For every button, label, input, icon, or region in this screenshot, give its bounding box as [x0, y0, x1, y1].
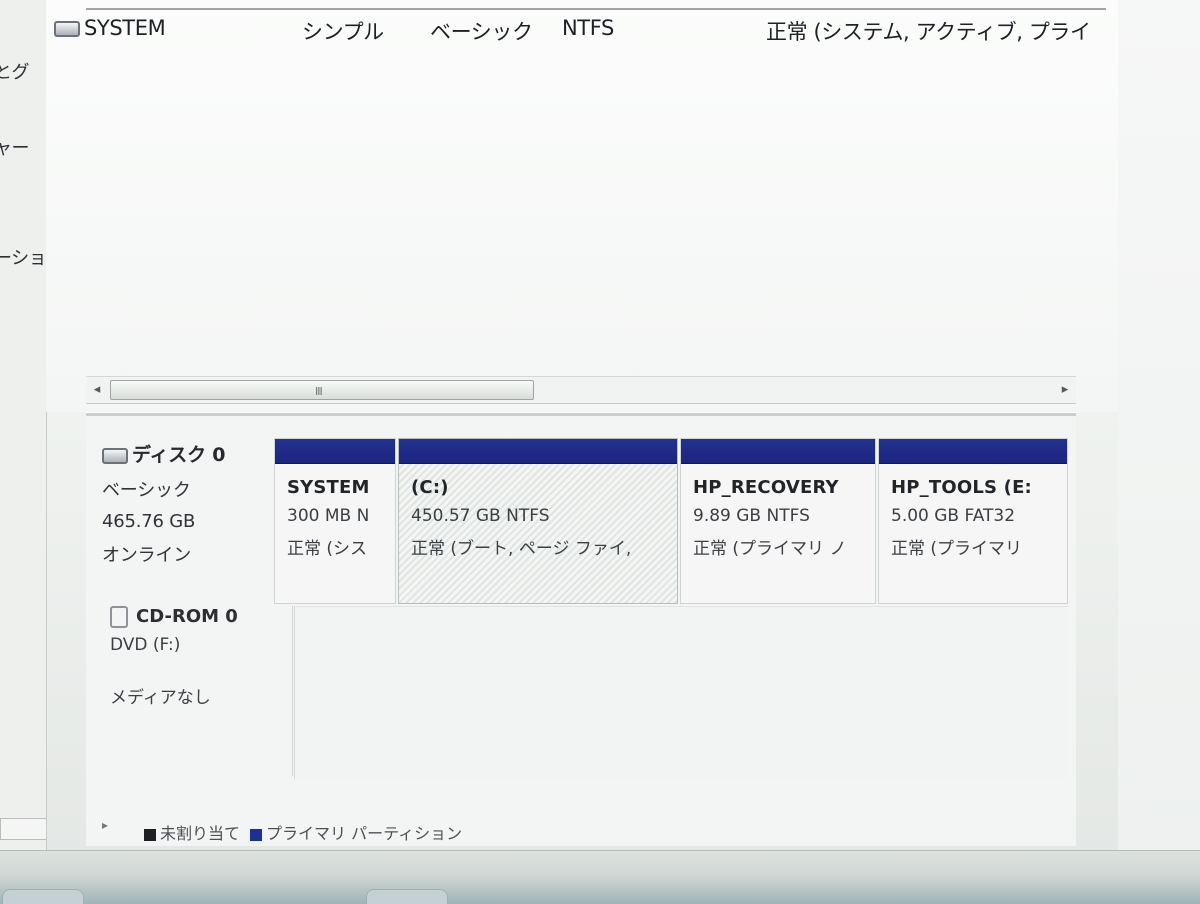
volume-layout: シンプル: [302, 20, 384, 44]
left-navigation-pane: とグ ャー ーショ: [0, 0, 47, 904]
disk-0-size: 465.76 GB: [102, 511, 196, 532]
cd-rom-0-label[interactable]: CD-ROM 0 DVD (F:) メディアなし: [110, 606, 293, 776]
partition-size-fs: 450.57 GB NTFS: [411, 506, 550, 526]
partition-size-fs: 9.89 GB NTFS: [693, 506, 810, 526]
disk-0-status: オンライン: [102, 545, 191, 566]
legend-unallocated: 未割り当て: [160, 824, 241, 843]
scroll-left-icon[interactable]: ◂: [86, 377, 108, 403]
partition-system-content: SYSTEM 300 MB N 正常 (シス: [287, 477, 391, 559]
partition-c-drive[interactable]: (C:) 450.57 GB NTFS 正常 (ブート, ページ ファイ,: [398, 438, 678, 604]
clipped-row-divider: [86, 0, 1106, 10]
nav-item-3[interactable]: ーショ: [0, 244, 46, 270]
cd-rom-empty-area[interactable]: [294, 606, 1069, 779]
taskbar: [0, 850, 1200, 904]
taskbar-item-1[interactable]: [2, 889, 84, 904]
partition-c-content: (C:) 450.57 GB NTFS 正常 (ブート, ページ ファイ,: [411, 477, 673, 559]
cd-rom-0-title: CD-ROM 0: [136, 606, 238, 627]
partition-name: HP_TOOLS (E:: [891, 477, 1032, 498]
volume-name: SYSTEM: [84, 16, 166, 40]
disk-0-title-row: ディスク 0: [102, 440, 282, 467]
volume-row-system[interactable]: SYSTEM シンプル ベーシック NTFS 正常 (システム, アクティブ, …: [46, 14, 1118, 46]
partition-status: 正常 (シス: [287, 539, 368, 559]
legend-primary-partition: プライマリ パーティション: [266, 824, 463, 843]
partition-header-bar: [399, 439, 677, 464]
partition-recovery-content: HP_RECOVERY 9.89 GB NTFS 正常 (プライマリ ノ: [693, 477, 871, 559]
disk-icon: [102, 447, 128, 464]
disk-management-screen: とグ ャー ーショ SYSTEM シンプル ベーシック NTFS 正常 (システ…: [0, 0, 1200, 904]
volume-file-system: NTFS: [562, 16, 614, 40]
disk-0-title: ディスク 0: [132, 444, 226, 466]
volume-type: ベーシック: [430, 20, 533, 44]
partition-name: SYSTEM: [287, 477, 370, 498]
volume-status: 正常 (システム, アクティブ, プライ: [766, 20, 1091, 44]
disk-map-pane: ディスク 0 ベーシック 465.76 GB オンライン SYSTEM 300 …: [86, 416, 1076, 846]
taskbar-item-2[interactable]: [366, 889, 448, 904]
partition-size-fs: 300 MB N: [287, 506, 370, 526]
cd-rom-media-status: メディアなし: [110, 688, 211, 708]
primary-partition-swatch: [250, 828, 263, 841]
volume-list-pane: SYSTEM シンプル ベーシック NTFS 正常 (システム, アクティブ, …: [46, 0, 1119, 412]
partition-status: 正常 (プライマリ: [891, 539, 1023, 559]
volume-name-cell: SYSTEM: [54, 16, 166, 40]
partition-header-bar: [879, 439, 1067, 464]
partition-tools-content: HP_TOOLS (E: 5.00 GB FAT32 正常 (プライマリ: [891, 477, 1063, 559]
disk-legend: 未割り当て プライマリ パーティション: [142, 820, 462, 844]
scroll-right-icon[interactable]: ▸: [1054, 377, 1076, 403]
disk-0-type: ベーシック: [102, 480, 191, 501]
partition-status: 正常 (プライマリ ノ: [693, 539, 847, 559]
partition-header-bar: [275, 439, 395, 464]
partition-name: (C:): [411, 477, 449, 498]
unallocated-swatch: [144, 828, 156, 841]
scrollbar-thumb[interactable]: III: [110, 380, 534, 400]
scrollbar-grip: III: [315, 385, 323, 398]
partition-status: 正常 (ブート, ページ ファイ,: [411, 539, 632, 559]
partition-size-fs: 5.00 GB FAT32: [891, 506, 1016, 526]
nav-small-control[interactable]: [0, 818, 46, 840]
disk-0-partition-strip: SYSTEM 300 MB N 正常 (シス (C:) 450.57 GB NT…: [274, 438, 1068, 604]
right-window-frame: [1118, 0, 1200, 850]
bottom-scroll-arrow-icon[interactable]: ▸: [102, 818, 108, 832]
partition-system[interactable]: SYSTEM 300 MB N 正常 (シス: [274, 438, 396, 604]
cd-rom-icon: [110, 606, 128, 628]
nav-item-2[interactable]: ャー: [0, 134, 30, 160]
nav-item-1[interactable]: とグ: [0, 58, 30, 84]
partition-name: HP_RECOVERY: [693, 477, 839, 498]
cd-rom-drive: DVD (F:): [110, 635, 181, 655]
partition-hp-recovery[interactable]: HP_RECOVERY 9.89 GB NTFS 正常 (プライマリ ノ: [680, 438, 876, 604]
disk-0-label[interactable]: ディスク 0 ベーシック 465.76 GB オンライン: [102, 440, 282, 567]
horizontal-scrollbar[interactable]: ◂ III ▸: [86, 376, 1076, 404]
partition-hp-tools[interactable]: HP_TOOLS (E: 5.00 GB FAT32 正常 (プライマリ: [878, 438, 1068, 604]
disk-icon: [54, 21, 80, 37]
partition-header-bar: [681, 439, 875, 464]
